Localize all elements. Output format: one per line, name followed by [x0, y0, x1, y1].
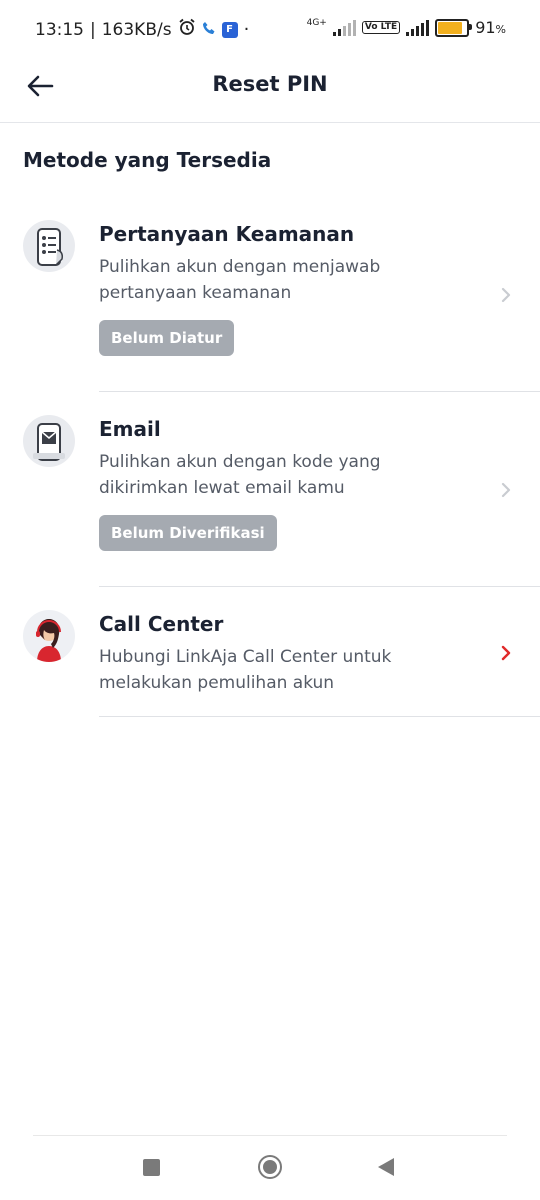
battery-icon [435, 18, 473, 37]
method-description: Pulihkan akun dengan menjawab pertanyaan… [99, 257, 381, 303]
method-title: Pertanyaan Keamanan [99, 222, 355, 246]
signal-1-icon [332, 19, 356, 36]
method-call-center[interactable]: Call Center Hubungi LinkAja Call Center … [0, 590, 540, 717]
volte-icon: Vo LTE [361, 21, 401, 34]
chevron-right-icon [501, 287, 511, 303]
recent-apps-button[interactable] [143, 1159, 160, 1176]
net-speed: 163KB/s [101, 19, 172, 40]
security-question-phone-icon [23, 220, 75, 272]
status-bar: 13:15 | 163KB/s F · 4G+ Vo LTE 91% [0, 0, 540, 60]
signal-2-icon [406, 19, 430, 36]
phone-call-icon [202, 20, 216, 40]
divider [99, 391, 540, 392]
status-badge: Belum Diatur [99, 320, 235, 356]
chevron-right-icon [501, 482, 511, 498]
method-email[interactable]: Email Pulihkan akun dengan kode yang dik… [0, 395, 540, 587]
status-badge: Belum Diverifikasi [99, 515, 277, 551]
nav-divider [33, 1135, 507, 1136]
email-phone-icon [23, 415, 75, 467]
status-time: 13:15 [35, 19, 84, 40]
more-notifications-dot-icon: · [243, 19, 250, 40]
status-right: 4G+ Vo LTE 91% [307, 18, 506, 37]
divider [99, 716, 540, 717]
app-notification-icon: F [221, 21, 238, 38]
divider [99, 586, 540, 587]
method-security-question[interactable]: Pertanyaan Keamanan Pulihkan akun dengan… [0, 200, 540, 392]
battery-percent: 91% [475, 18, 506, 37]
call-center-agent-icon [23, 610, 75, 662]
method-title: Call Center [99, 612, 224, 636]
system-nav-bar [0, 1140, 540, 1200]
method-description: Hubungi LinkAja Call Center untuk melaku… [99, 647, 392, 693]
chevron-right-icon [501, 645, 511, 661]
method-title: Email [99, 417, 161, 441]
method-description: Pulihkan akun dengan kode yang dikirimka… [99, 452, 381, 498]
app-header: Reset PIN [0, 60, 540, 123]
network-type: 4G+ [306, 18, 327, 28]
alarm-icon [178, 18, 196, 41]
page-title: Reset PIN [212, 72, 328, 96]
section-title: Metode yang Tersedia [23, 148, 272, 172]
battery-fill [438, 21, 463, 34]
home-button[interactable] [258, 1155, 282, 1179]
system-back-button[interactable] [378, 1158, 394, 1176]
status-left: 13:15 | 163KB/s F · [35, 18, 250, 41]
